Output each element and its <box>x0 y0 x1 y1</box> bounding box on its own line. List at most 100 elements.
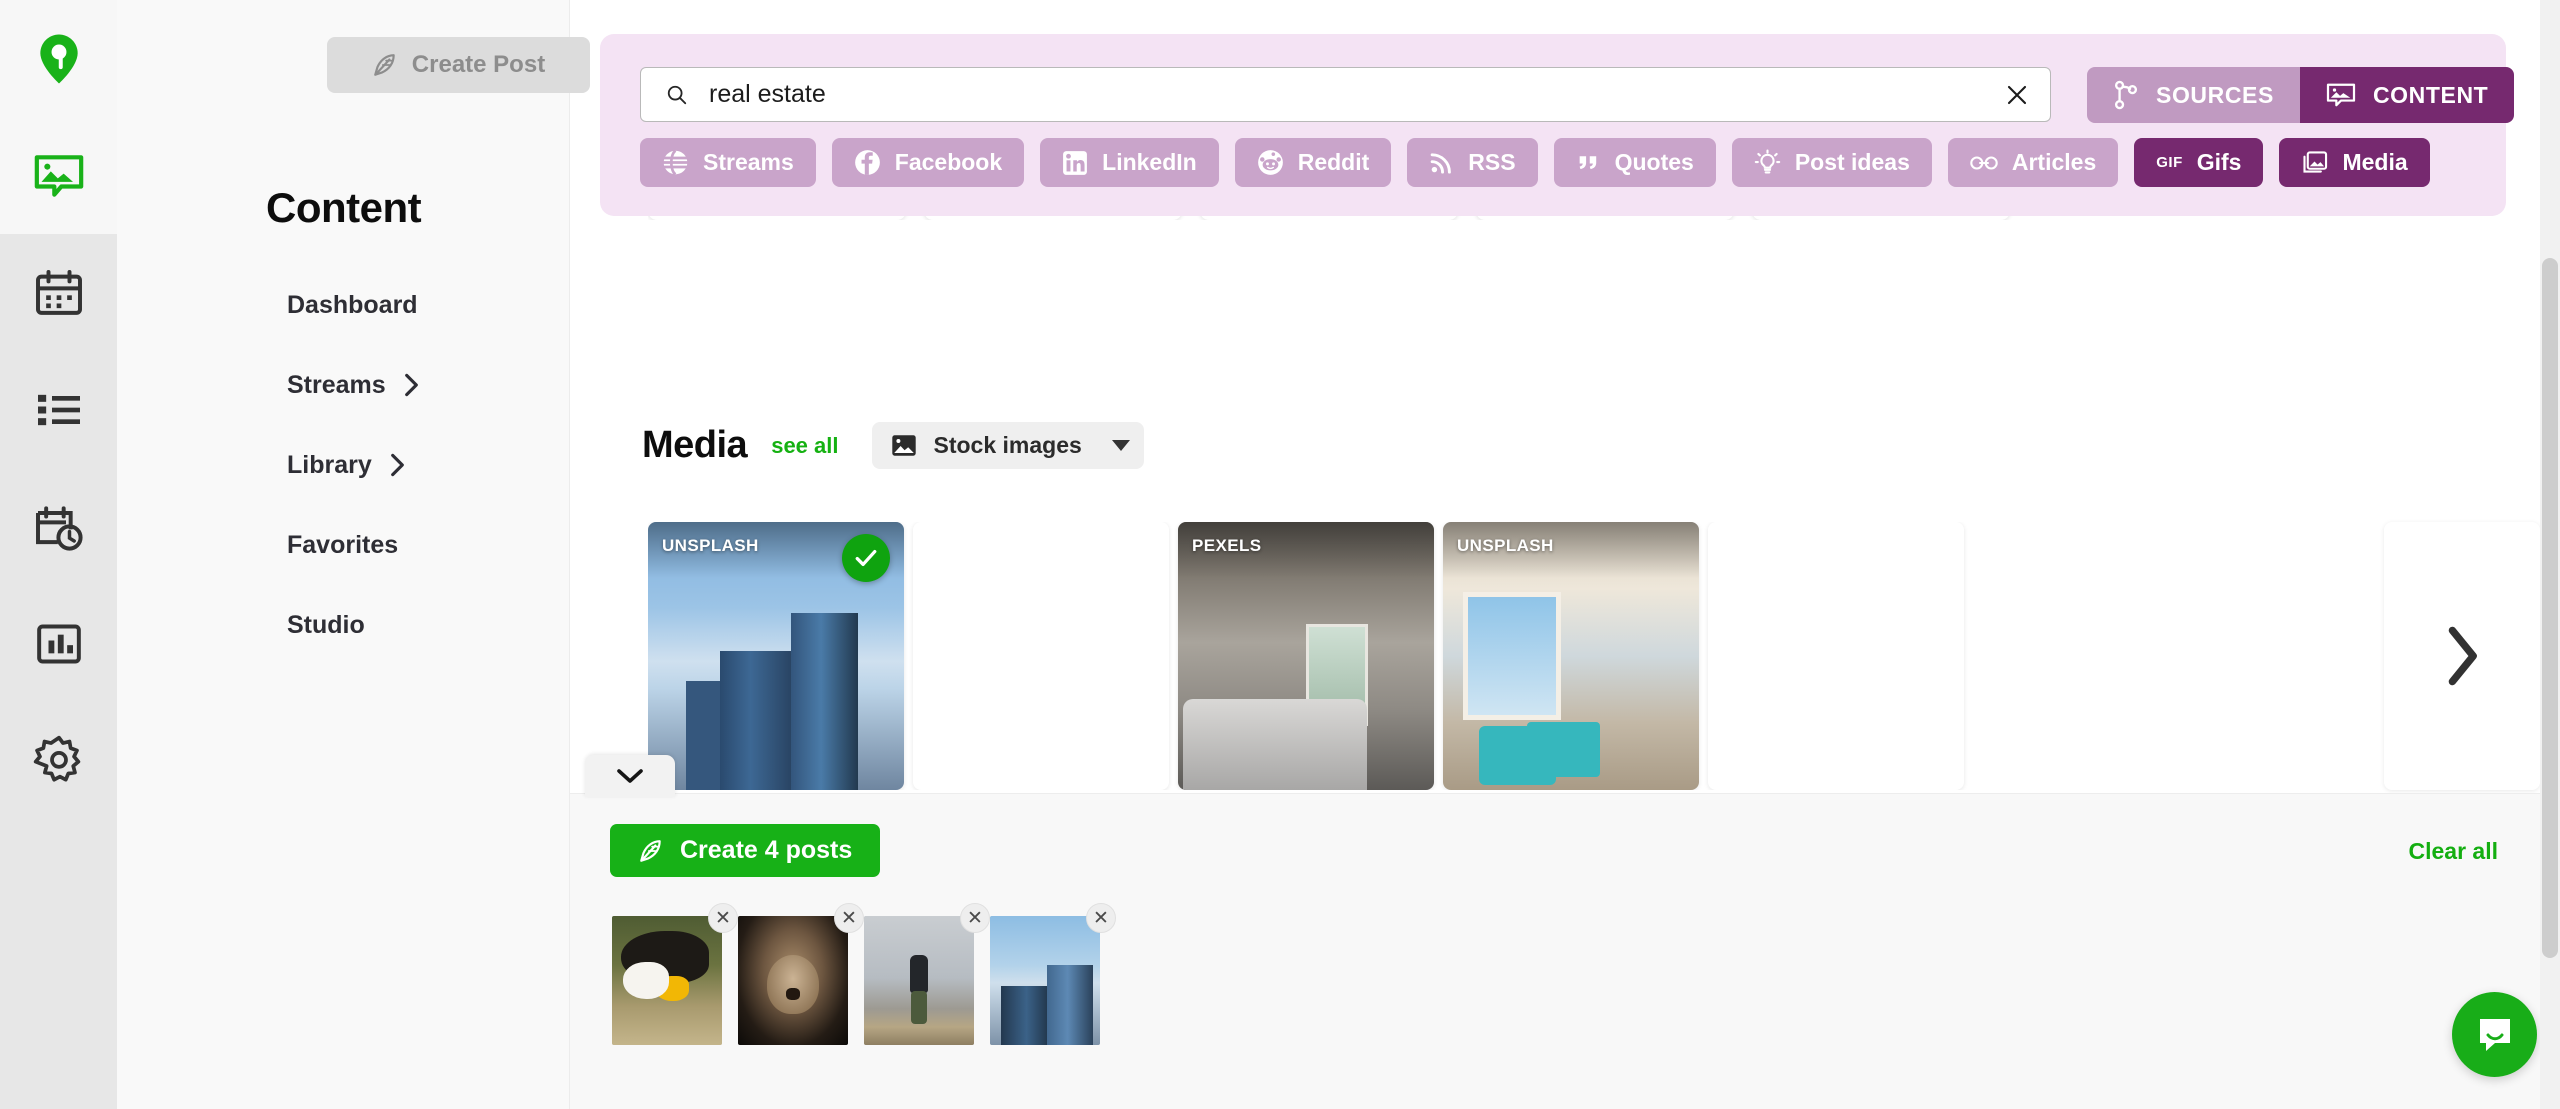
filter-pill-quotes[interactable]: Quotes <box>1553 138 1716 187</box>
media-icon <box>2303 151 2328 173</box>
facebook-icon <box>854 150 880 175</box>
reddit-icon <box>1257 150 1283 175</box>
remove-thumbnail-icon[interactable]: ✕ <box>708 903 738 933</box>
selected-thumbnails: ✕ ✕ ✕ ✕ <box>612 903 1116 1045</box>
filter-pill-label: Media <box>2342 149 2408 175</box>
media-card[interactable]: UNSPLASH <box>648 522 904 790</box>
close-icon <box>2007 85 2027 104</box>
rail-item-settings[interactable] <box>0 702 117 819</box>
filter-pill-reddit[interactable]: Reddit <box>1234 138 1392 187</box>
sidebar-item-library[interactable]: Library <box>287 442 617 488</box>
media-section-header: Media see all Stock images <box>642 422 1144 469</box>
sidebar-item-studio[interactable]: Studio <box>287 602 617 648</box>
gear-icon <box>33 735 80 782</box>
thumbnail-image[interactable] <box>864 916 974 1045</box>
remove-thumbnail-icon[interactable]: ✕ <box>1086 903 1116 933</box>
sidebar-item-favorites[interactable]: Favorites <box>287 522 617 568</box>
thumbnail-image[interactable] <box>990 916 1100 1045</box>
content-image-icon <box>34 154 83 197</box>
create-posts-button[interactable]: Create 4 posts <box>610 824 881 877</box>
search-input[interactable] <box>709 68 1994 121</box>
lightbulb-icon <box>1754 149 1781 174</box>
rail-item-calendar[interactable] <box>0 234 117 351</box>
filter-pill-linkedin[interactable]: LinkedIn <box>1040 138 1219 187</box>
search-panel: SOURCES CONTENT Streams <box>600 34 2515 216</box>
content-sidebar: Create Post Content Dashboard Streams Li… <box>117 0 590 1109</box>
media-source-badge: PEXELS <box>1192 536 1262 555</box>
clear-search-icon[interactable] <box>1994 72 2040 118</box>
chevron-right-icon <box>404 373 418 397</box>
filter-pill-label: Articles <box>2011 149 2097 175</box>
remove-thumbnail-icon[interactable]: ✕ <box>834 903 864 933</box>
calendar-icon <box>35 269 82 315</box>
thumbnail-image[interactable] <box>612 916 722 1045</box>
filter-pill-post-ideas[interactable]: Post ideas <box>1731 138 1932 187</box>
filter-pill-label: Streams <box>703 149 794 175</box>
thumbnail-art <box>612 916 722 1045</box>
filter-pill-label: Reddit <box>1297 149 1370 175</box>
media-card[interactable] <box>1708 522 1964 790</box>
branch-icon <box>2114 80 2138 110</box>
search-icon <box>667 85 687 104</box>
thumbnail-art <box>990 916 1100 1045</box>
gif-icon: GIF <box>2156 154 2183 171</box>
media-title: Media <box>642 424 748 466</box>
sidebar-item-streams[interactable]: Streams <box>287 362 617 408</box>
filter-pill-facebook[interactable]: Facebook <box>831 138 1025 187</box>
selected-check-icon <box>842 534 890 582</box>
sidebar-item-label: Dashboard <box>287 290 418 319</box>
page-scrollbar[interactable] <box>2540 0 2560 1109</box>
chevron-down-icon <box>617 769 643 783</box>
tab-content[interactable]: CONTENT <box>2299 67 2515 123</box>
filter-pill-articles[interactable]: Articles <box>1947 138 2119 187</box>
sources-content-toggle: SOURCES CONTENT <box>2087 67 2515 123</box>
filter-pill-label: LinkedIn <box>1102 149 1197 175</box>
filter-pill-rss[interactable]: RSS <box>1407 138 1538 187</box>
selected-thumbnail-item: ✕ <box>738 903 864 1045</box>
remove-thumbnail-icon[interactable]: ✕ <box>960 903 990 933</box>
chat-bubble-icon <box>2479 1018 2510 1051</box>
rail-item-content[interactable] <box>0 117 117 234</box>
selected-thumbnail-item: ✕ <box>612 903 738 1045</box>
sidebar-item-dashboard[interactable]: Dashboard <box>287 282 617 328</box>
filter-pill-streams[interactable]: Streams <box>640 138 816 187</box>
filter-pill-label: Facebook <box>894 149 1003 175</box>
scrollbar-thumb[interactable] <box>2542 258 2558 958</box>
chevron-right-icon <box>2448 626 2477 686</box>
filter-pill-media[interactable]: Media <box>2279 138 2430 187</box>
create-posts-label: Create 4 posts <box>680 836 853 864</box>
collapse-panel-button[interactable] <box>585 755 675 797</box>
media-next-button[interactable] <box>2384 522 2540 790</box>
clear-all-button[interactable]: Clear all <box>2409 838 2499 865</box>
create-post-label: Create Post <box>411 51 546 78</box>
support-chat-button[interactable] <box>2452 992 2537 1077</box>
feather-icon <box>640 839 661 862</box>
media-card[interactable]: PEXELS <box>1178 522 1434 790</box>
filter-pill-gifs[interactable]: GIF Gifs <box>2134 138 2264 187</box>
tab-sources[interactable]: SOURCES <box>2087 67 2300 123</box>
media-card[interactable] <box>913 522 1169 790</box>
filter-pill-label: Gifs <box>2196 149 2242 175</box>
rail-item-analytics[interactable] <box>0 585 117 702</box>
create-post-button[interactable]: Create Post <box>327 37 590 93</box>
bar-chart-icon <box>36 624 81 663</box>
thumbnail-image[interactable] <box>738 916 848 1045</box>
media-source-badge: UNSPLASH <box>1457 536 1554 555</box>
stock-source-dropdown[interactable]: Stock images <box>872 422 1144 469</box>
rail-item-queue[interactable] <box>0 351 117 468</box>
see-all-link[interactable]: see all <box>771 433 838 459</box>
sidebar-item-label: Studio <box>287 610 365 639</box>
media-source-badge: UNSPLASH <box>662 536 759 555</box>
list-icon <box>37 394 80 425</box>
sidebar-item-label: Favorites <box>287 530 399 559</box>
map-pin-logo-icon <box>39 34 78 83</box>
tab-sources-label: SOURCES <box>2156 81 2274 108</box>
selected-thumbnail-item: ✕ <box>990 903 1116 1045</box>
rail-item-schedule[interactable] <box>0 468 117 585</box>
check-icon <box>855 549 877 567</box>
media-card[interactable]: UNSPLASH <box>1443 522 1699 790</box>
link-icon <box>1970 155 1998 170</box>
filter-pill-row: Streams Facebook LinkedIn Reddit RSS Quo… <box>640 138 2430 187</box>
rail-item-logo[interactable] <box>0 0 117 117</box>
search-box[interactable] <box>640 67 2051 122</box>
